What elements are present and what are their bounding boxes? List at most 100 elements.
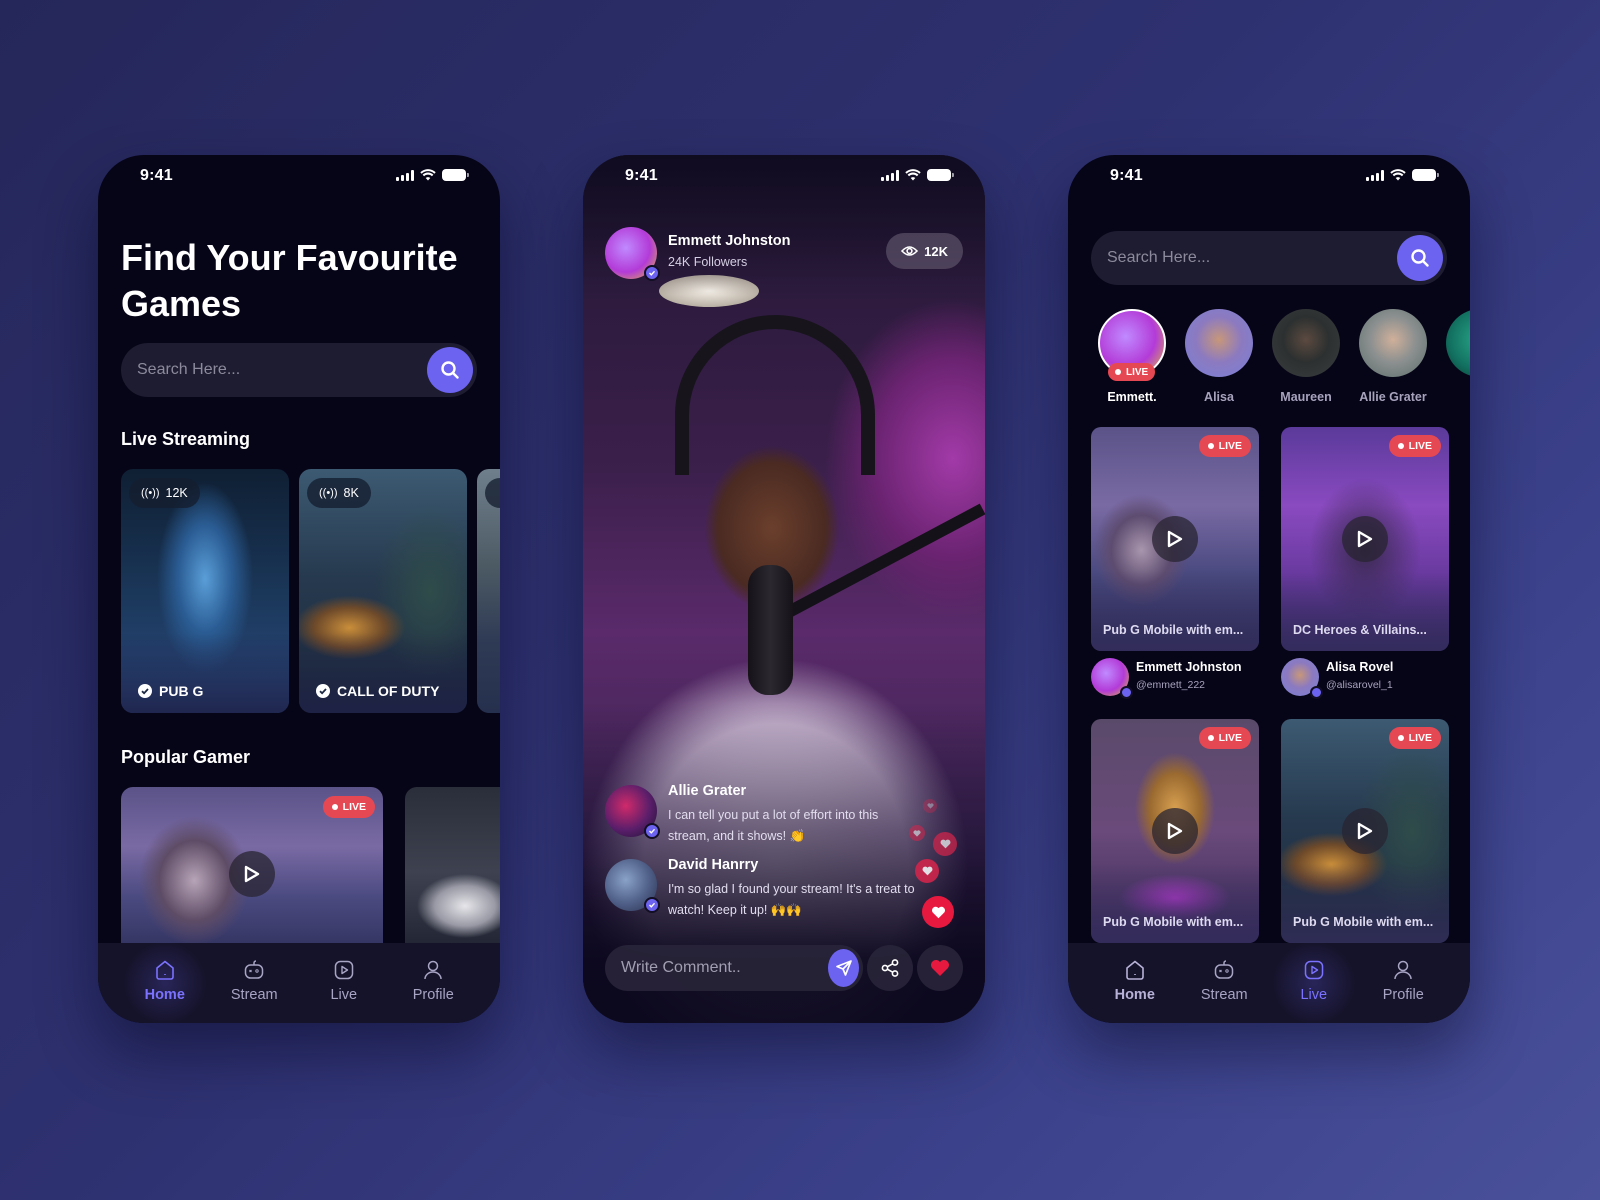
follower-count: 24K Followers <box>668 255 748 269</box>
owner-name: Emmett Johnston <box>1136 660 1242 674</box>
bottom-nav: Home Stream Live Profile <box>98 938 500 1023</box>
search-icon <box>441 361 459 379</box>
story-item[interactable]: LIVE Emmett. <box>1097 309 1167 404</box>
verified-icon <box>644 265 660 281</box>
status-bar: 9:41 <box>583 155 985 199</box>
story-name: P <box>1445 390 1470 404</box>
live-game-card[interactable] <box>477 469 500 713</box>
signal-icon <box>1366 169 1384 181</box>
home-screen-phone: 9:41 Find Your Favourite Games Live Stre… <box>98 155 500 1023</box>
wifi-icon <box>420 169 436 181</box>
verified-icon <box>1310 686 1323 699</box>
commenter-avatar[interactable] <box>605 785 660 839</box>
live-badge: LIVE <box>1388 727 1441 749</box>
gamepad-icon <box>245 960 264 979</box>
live-badge: LIVE <box>1388 435 1441 457</box>
story-avatar: LIVE <box>1098 309 1166 381</box>
nav-stream[interactable]: Stream <box>1184 943 1264 1023</box>
video-title: DC Heroes & Villains... <box>1293 623 1427 637</box>
popular-gamer-card[interactable]: LIVE PUB G GAMER GETS OWNED BY LIES <box>121 787 383 957</box>
live-badge: LIVE <box>1108 363 1156 381</box>
streamer-name[interactable]: Emmett Johnston <box>668 233 790 249</box>
like-heart-button[interactable] <box>922 896 954 928</box>
video-owner[interactable]: Emmett Johnston @emmett_222 <box>1091 658 1261 699</box>
play-icon <box>244 865 260 883</box>
search-input[interactable] <box>121 361 427 379</box>
play-icon <box>1357 822 1373 840</box>
search-button[interactable] <box>427 347 473 393</box>
owner-avatar <box>1281 658 1323 699</box>
story-item[interactable]: P <box>1445 309 1470 404</box>
live-game-card[interactable]: ((•)) 12K PUB G <box>121 469 289 713</box>
send-button[interactable] <box>828 949 859 987</box>
commenter-name: Allie Grater <box>668 783 747 799</box>
nav-home[interactable]: Home <box>119 938 210 1023</box>
verified-icon <box>316 684 330 698</box>
nav-home[interactable]: Home <box>1095 943 1175 1023</box>
search-input[interactable] <box>1091 249 1397 267</box>
viewer-count-badge: ((•)) 12K <box>129 478 200 508</box>
live-badge: LIVE <box>1198 435 1251 457</box>
search-button[interactable] <box>1397 235 1443 281</box>
story-item[interactable]: Maureen <box>1271 309 1341 404</box>
play-button[interactable] <box>1152 516 1198 562</box>
floating-heart-icon <box>915 859 939 883</box>
live-video-card[interactable]: LIVE Pub G Mobile with em... <box>1091 427 1259 651</box>
play-button[interactable] <box>1152 808 1198 854</box>
broadcast-icon: ((•)) <box>141 487 160 499</box>
story-name: Alisa <box>1204 390 1234 404</box>
status-time: 9:41 <box>625 167 658 184</box>
user-icon <box>424 960 442 980</box>
owner-handle: @alisarovel_1 <box>1326 679 1393 691</box>
game-name: PUB G <box>159 683 204 699</box>
story-avatar <box>1446 309 1470 377</box>
verified-icon <box>1120 686 1133 699</box>
play-button[interactable] <box>229 851 275 897</box>
share-button[interactable] <box>867 945 913 991</box>
comment-input[interactable] <box>605 959 828 977</box>
wifi-icon <box>1390 169 1406 181</box>
story-name: Emmett. <box>1107 390 1157 404</box>
live-video-card[interactable]: LIVE DC Heroes & Villains... <box>1281 427 1449 651</box>
like-button[interactable] <box>917 945 963 991</box>
story-avatar <box>1359 309 1427 377</box>
popular-gamer-card[interactable]: ASPHALT 9: LEGENDS <box>405 787 500 957</box>
live-video-card[interactable]: LIVE Pub G Mobile with em... <box>1281 719 1449 943</box>
signal-icon <box>881 169 899 181</box>
live-badge: LIVE <box>322 796 375 818</box>
live-video-card[interactable]: LIVE Pub G Mobile with em... <box>1091 719 1259 943</box>
video-owner[interactable]: Alisa Rovel @alisarovel_1 <box>1281 658 1451 699</box>
status-time: 9:41 <box>1110 167 1143 184</box>
battery-icon <box>442 169 469 181</box>
video-title: Pub G Mobile with em... <box>1103 915 1244 929</box>
story-name: Maureen <box>1280 390 1332 404</box>
play-button[interactable] <box>1342 808 1388 854</box>
owner-name: Alisa Rovel <box>1326 660 1394 674</box>
commenter-avatar[interactable] <box>605 859 660 913</box>
search-icon <box>1411 249 1429 267</box>
story-item[interactable]: Allie Grater <box>1358 309 1428 404</box>
signal-icon <box>396 169 414 181</box>
live-game-card[interactable]: ((•)) 8K CALL OF DUTY <box>299 469 467 713</box>
verified-icon <box>644 823 660 839</box>
game-name: CALL OF DUTY <box>337 683 440 699</box>
video-title: Pub G Mobile with em... <box>1293 915 1434 929</box>
nav-live[interactable]: Live <box>304 943 384 1023</box>
streamer-avatar[interactable] <box>605 227 660 281</box>
comment-item: Allie Grater I can tell you put a lot of… <box>605 783 925 847</box>
nav-stream[interactable]: Stream <box>214 943 294 1023</box>
viewer-count-pill: 12K <box>886 233 963 269</box>
status-bar: 9:41 <box>98 155 500 199</box>
play-icon <box>1357 530 1373 548</box>
nav-profile[interactable]: Profile <box>1363 943 1443 1023</box>
story-name: Allie Grater <box>1359 390 1427 404</box>
story-item[interactable]: Alisa <box>1184 309 1254 404</box>
comment-text: I'm so glad I found your stream! It's a … <box>668 882 915 917</box>
live-streaming-heading: Live Streaming <box>121 429 251 449</box>
nav-live[interactable]: Live <box>1268 938 1359 1023</box>
search-bar <box>121 343 477 397</box>
verified-icon <box>138 684 152 698</box>
play-button[interactable] <box>1342 516 1388 562</box>
share-icon <box>881 959 899 977</box>
nav-profile[interactable]: Profile <box>393 943 473 1023</box>
